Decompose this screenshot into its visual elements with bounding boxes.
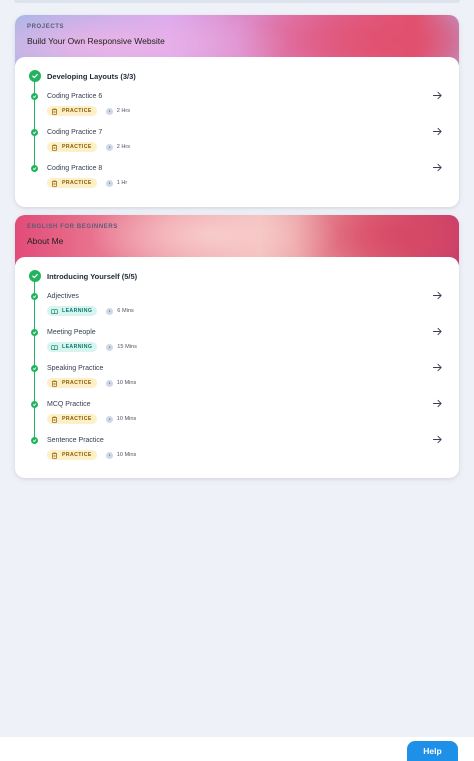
item-title: MCQ Practice bbox=[47, 401, 91, 408]
item-title: Sentence Practice bbox=[47, 437, 104, 444]
arrow-right-icon[interactable] bbox=[432, 398, 443, 409]
clock-icon bbox=[105, 415, 113, 423]
arrow-right-icon[interactable] bbox=[432, 434, 443, 445]
badge-label: LEARNING bbox=[62, 344, 93, 350]
course-card-projects: PROJECTS Build Your Own Responsive Websi… bbox=[15, 15, 459, 207]
learning-badge: LEARNING bbox=[47, 306, 98, 316]
list-item[interactable]: Sentence Practice PRACTICE 10 Mins bbox=[29, 431, 445, 467]
arrow-right-icon[interactable] bbox=[432, 290, 443, 301]
badge-label: PRACTICE bbox=[62, 108, 92, 114]
book-icon bbox=[51, 344, 58, 351]
item-meta: PRACTICE 2 Hrs bbox=[47, 142, 130, 152]
list-item[interactable]: Adjectives LEARNING 6 Mins bbox=[29, 287, 445, 323]
practice-badge: PRACTICE bbox=[47, 106, 97, 116]
item-list: Adjectives LEARNING 6 Mins Meeting Peopl… bbox=[29, 281, 445, 467]
card-category-label: PROJECTS bbox=[27, 24, 65, 30]
section-title: Developing Layouts (3/3) bbox=[47, 71, 136, 81]
item-meta: PRACTICE 10 Mins bbox=[47, 450, 136, 460]
item-meta: PRACTICE 10 Mins bbox=[47, 414, 136, 424]
item-title: Coding Practice 6 bbox=[47, 93, 103, 100]
check-icon bbox=[31, 129, 38, 136]
check-icon bbox=[31, 401, 38, 408]
practice-badge: PRACTICE bbox=[47, 178, 97, 188]
badge-label: PRACTICE bbox=[62, 180, 92, 186]
clock-icon bbox=[105, 107, 113, 115]
item-duration: 15 Mins bbox=[117, 344, 137, 350]
item-title: Adjectives bbox=[47, 293, 79, 300]
item-meta: PRACTICE 2 Hrs bbox=[47, 106, 130, 116]
check-icon bbox=[31, 93, 38, 100]
arrow-right-icon[interactable] bbox=[432, 362, 443, 373]
check-icon bbox=[31, 437, 38, 444]
clock-icon bbox=[105, 179, 113, 187]
card-title[interactable]: Build Your Own Responsive Website bbox=[27, 36, 447, 46]
item-duration: 1 Hr bbox=[116, 180, 128, 186]
item-title: Speaking Practice bbox=[47, 365, 104, 372]
card-body: Developing Layouts (3/3) Coding Practice… bbox=[15, 57, 459, 195]
practice-badge: PRACTICE bbox=[47, 414, 97, 424]
footer-bar: Help bbox=[0, 737, 474, 761]
list-item[interactable]: Coding Practice 8 PRACTICE 1 Hr bbox=[29, 159, 445, 195]
arrow-right-icon[interactable] bbox=[432, 126, 443, 137]
list-item[interactable]: Speaking Practice PRACTICE 10 Mins bbox=[29, 359, 445, 395]
clipboard-icon bbox=[51, 416, 58, 423]
practice-badge: PRACTICE bbox=[47, 450, 97, 460]
book-icon bbox=[51, 308, 58, 315]
check-icon bbox=[31, 329, 38, 336]
item-list: Coding Practice 6 PRACTICE 2 Hrs Coding … bbox=[29, 81, 445, 195]
clipboard-icon bbox=[51, 380, 58, 387]
badge-label: PRACTICE bbox=[62, 416, 92, 422]
item-duration: 10 Mins bbox=[116, 380, 137, 386]
clock-icon bbox=[105, 451, 113, 459]
check-icon bbox=[31, 293, 38, 300]
clipboard-icon bbox=[51, 180, 58, 187]
clock-icon bbox=[105, 379, 113, 387]
item-meta: LEARNING 6 Mins bbox=[47, 306, 134, 316]
list-item[interactable]: MCQ Practice PRACTICE 10 Mins bbox=[29, 395, 445, 431]
check-circle-icon bbox=[29, 270, 41, 282]
check-circle-icon bbox=[29, 70, 41, 82]
badge-label: PRACTICE bbox=[62, 380, 92, 386]
card-body: Introducing Yourself (5/5) Adjectives LE… bbox=[15, 257, 459, 467]
clipboard-icon bbox=[51, 144, 58, 151]
list-item[interactable]: Coding Practice 7 PRACTICE 2 Hrs bbox=[29, 123, 445, 159]
item-duration: 10 Mins bbox=[116, 416, 137, 422]
clipboard-icon bbox=[51, 452, 58, 459]
learning-badge: LEARNING bbox=[47, 342, 98, 352]
badge-label: PRACTICE bbox=[62, 144, 92, 150]
item-duration: 2 Hrs bbox=[116, 144, 131, 150]
section-header[interactable]: Introducing Yourself (5/5) bbox=[29, 265, 445, 287]
list-item[interactable]: Coding Practice 6 PRACTICE 2 Hrs bbox=[29, 87, 445, 123]
item-title: Coding Practice 8 bbox=[47, 165, 103, 172]
top-divider bbox=[14, 0, 460, 3]
item-title: Coding Practice 7 bbox=[47, 129, 103, 136]
clock-icon bbox=[106, 343, 114, 351]
section-header[interactable]: Developing Layouts (3/3) bbox=[29, 65, 445, 87]
check-icon bbox=[31, 365, 38, 372]
item-duration: 10 Mins bbox=[116, 452, 137, 458]
item-duration: 6 Mins bbox=[117, 308, 134, 314]
card-category-label: ENGLISH FOR BEGINNERS bbox=[27, 224, 118, 230]
item-meta: PRACTICE 1 Hr bbox=[47, 178, 127, 188]
card-title[interactable]: About Me bbox=[27, 236, 447, 246]
badge-label: PRACTICE bbox=[62, 452, 92, 458]
list-item[interactable]: Meeting People LEARNING 15 Mins bbox=[29, 323, 445, 359]
help-button[interactable]: Help bbox=[407, 741, 458, 761]
course-card-english: ENGLISH FOR BEGINNERS About Me Introduci… bbox=[15, 215, 459, 478]
item-title: Meeting People bbox=[47, 329, 96, 336]
badge-label: LEARNING bbox=[62, 308, 93, 314]
clipboard-icon bbox=[51, 108, 58, 115]
arrow-right-icon[interactable] bbox=[432, 90, 443, 101]
item-meta: LEARNING 15 Mins bbox=[47, 342, 137, 352]
check-icon bbox=[31, 165, 38, 172]
clock-icon bbox=[105, 143, 113, 151]
clock-icon bbox=[106, 307, 114, 315]
item-meta: PRACTICE 10 Mins bbox=[47, 378, 136, 388]
arrow-right-icon[interactable] bbox=[432, 326, 443, 337]
practice-badge: PRACTICE bbox=[47, 142, 97, 152]
practice-badge: PRACTICE bbox=[47, 378, 97, 388]
item-duration: 2 Hrs bbox=[116, 108, 131, 114]
section-title: Introducing Yourself (5/5) bbox=[47, 271, 138, 281]
arrow-right-icon[interactable] bbox=[432, 162, 443, 173]
